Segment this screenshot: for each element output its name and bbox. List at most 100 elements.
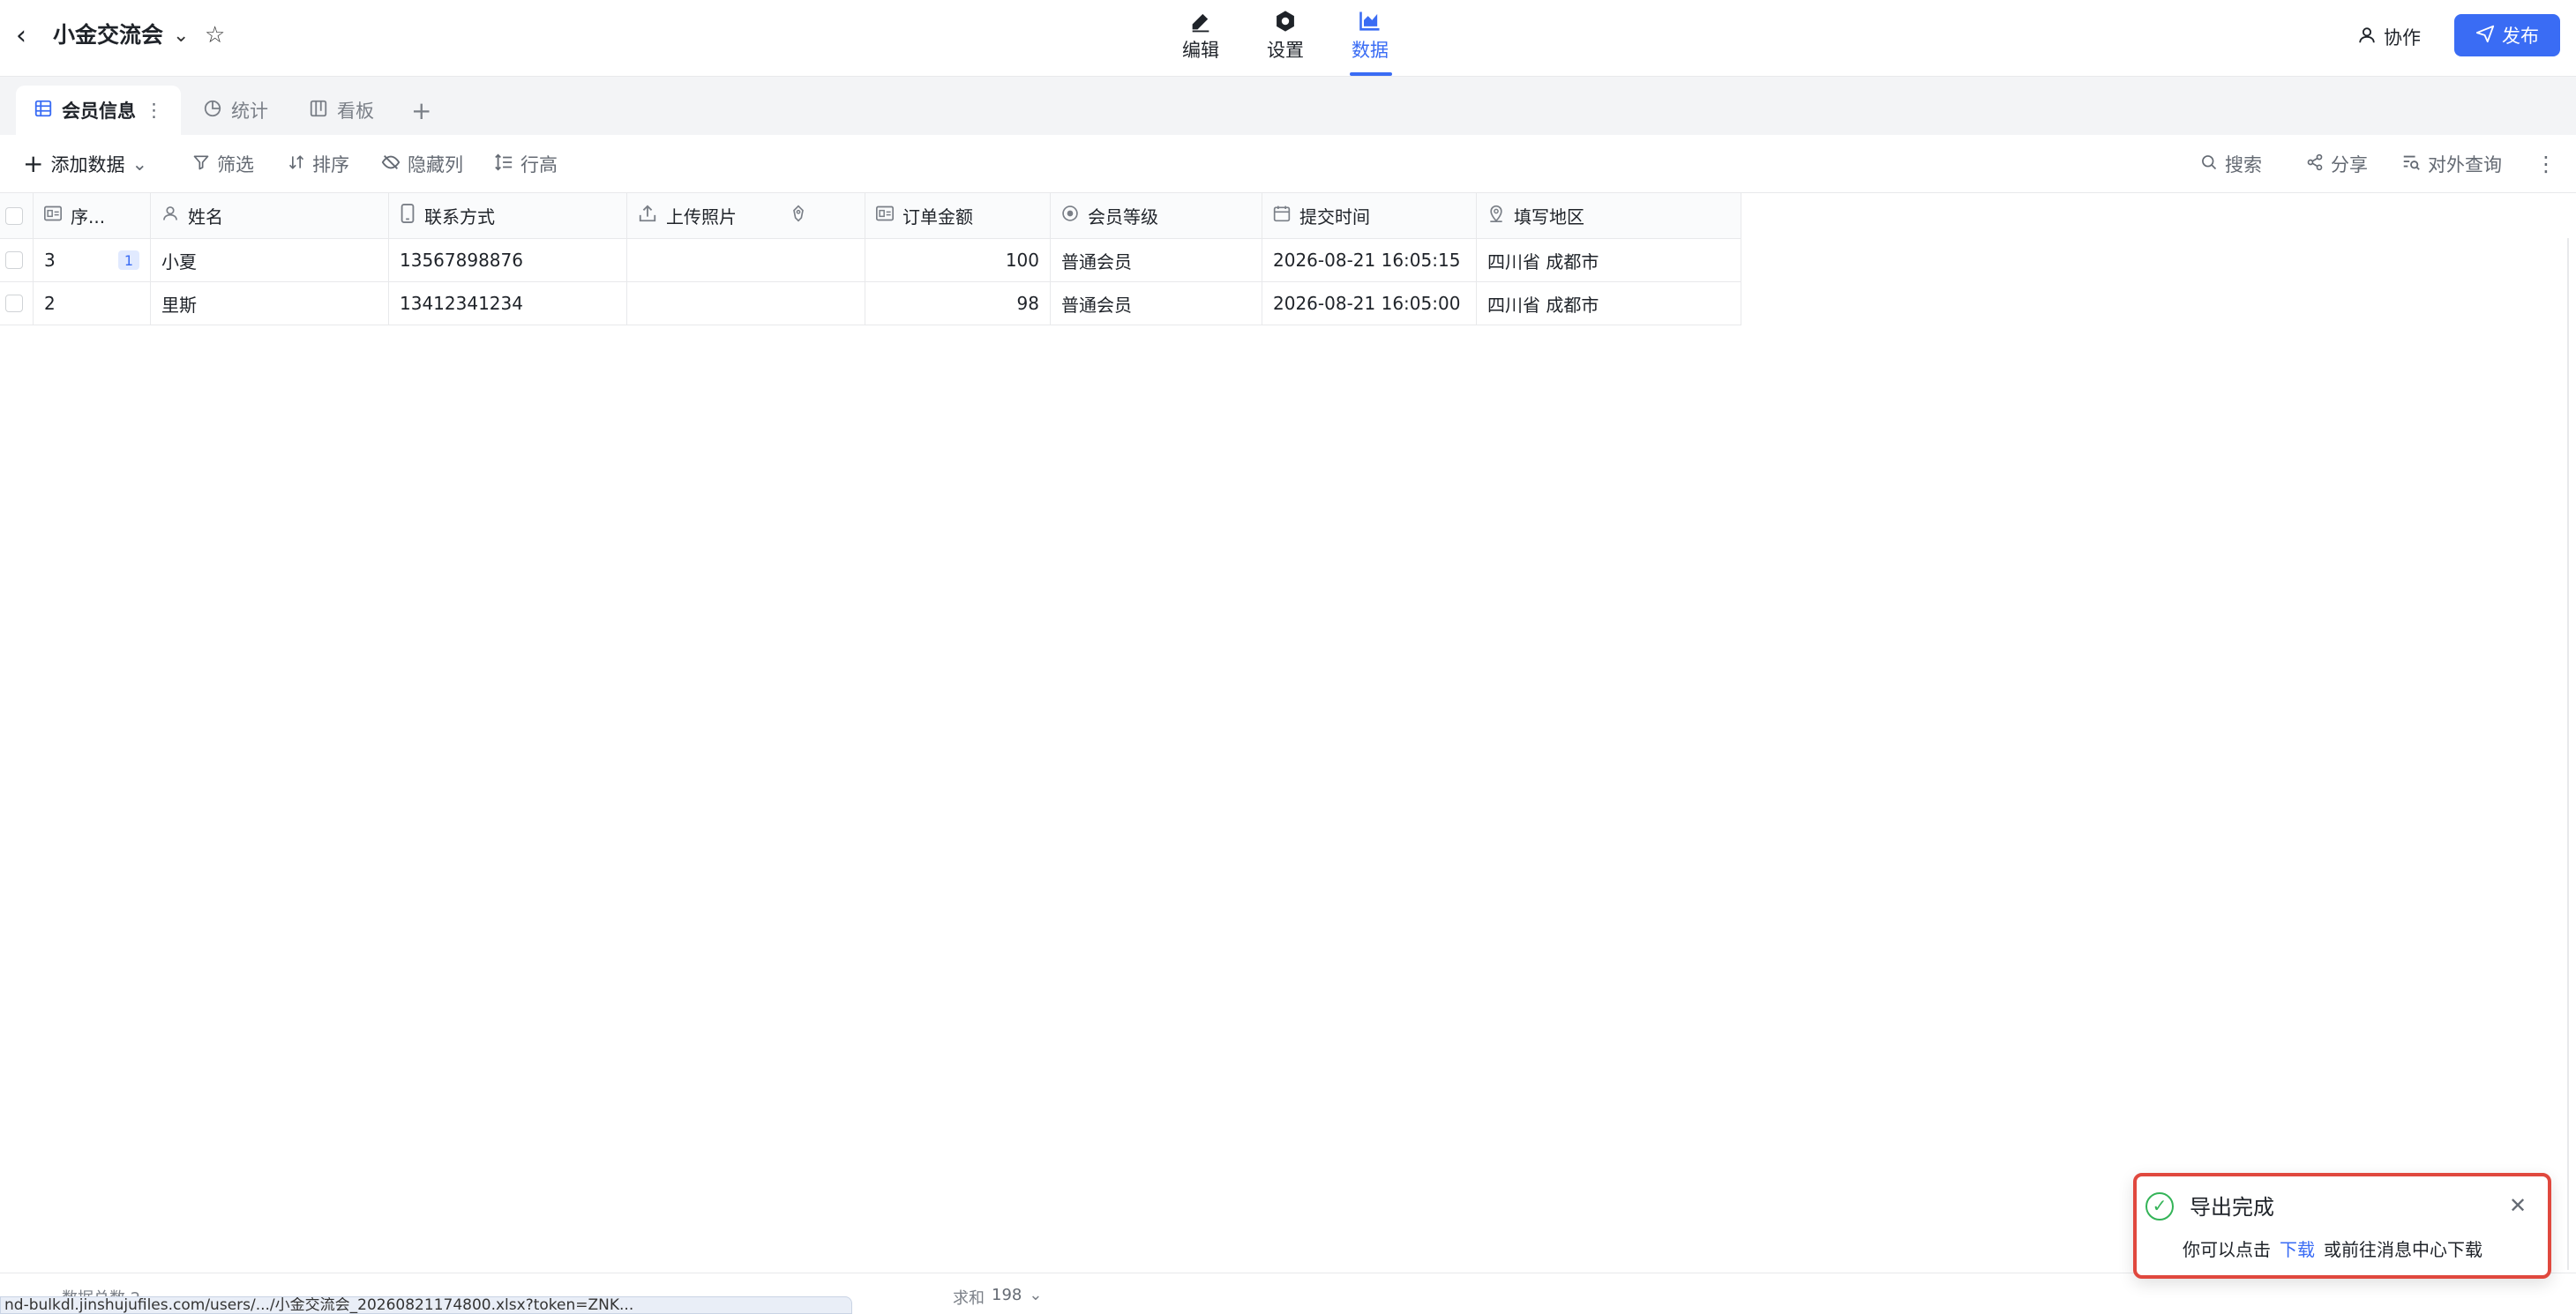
column-label: 联系方式	[424, 206, 495, 228]
sort-button[interactable]: 排序	[288, 151, 349, 177]
cell-seq[interactable]: 2	[34, 282, 151, 325]
cell-level[interactable]: 普通会员	[1051, 239, 1262, 281]
location-icon	[1487, 204, 1505, 228]
cell-name[interactable]: 里斯	[151, 282, 389, 325]
app-header: ‹ 小金交流会 ⌄ ☆ 编辑 设置 数据 协作 发布	[0, 0, 2576, 77]
sum-summary[interactable]: 求和 198 ⌄	[953, 1286, 1042, 1309]
column-header-seq[interactable]: 序...	[34, 193, 151, 238]
sum-value: 198	[992, 1286, 1022, 1304]
vertical-scrollbar[interactable]	[2567, 238, 2569, 1270]
row-checkbox[interactable]	[0, 239, 34, 281]
column-header-region[interactable]: 填写地区	[1477, 193, 1741, 238]
add-view-button[interactable]: +	[411, 86, 431, 135]
column-header-phone[interactable]: 联系方式	[389, 193, 627, 238]
id-card-icon	[876, 205, 894, 226]
back-icon[interactable]: ‹	[16, 21, 42, 51]
form-title[interactable]: 小金交流会	[53, 18, 163, 53]
more-vertical-icon[interactable]: ⋮	[145, 100, 163, 121]
data-table: 序... 姓名 联系方式 上传照片 订单金额 会员等级 提交时间 填写地区 3 …	[0, 193, 1741, 325]
pie-chart-icon	[203, 99, 222, 123]
publish-button[interactable]: 发布	[2454, 14, 2560, 56]
cell-amount[interactable]: 100	[865, 239, 1051, 281]
kanban-icon	[309, 99, 328, 123]
id-card-icon	[44, 205, 62, 226]
collaborate-button[interactable]: 协作	[2357, 21, 2421, 53]
radio-icon	[1061, 205, 1079, 227]
chevron-down-icon[interactable]: ⌄	[173, 21, 189, 51]
chevron-down-icon: ⌄	[131, 153, 148, 175]
cell-seq-value: 2	[44, 293, 56, 314]
add-data-label: 添加数据	[50, 154, 125, 175]
share-label: 分享	[2331, 154, 2368, 175]
row-height-button[interactable]: 行高	[494, 151, 558, 177]
view-tab-stats[interactable]: 统计	[203, 86, 268, 135]
column-label: 序...	[71, 206, 106, 228]
table-row[interactable]: 2 里斯 13412341234 98 普通会员 2026-08-21 16:0…	[0, 282, 1741, 325]
cell-region[interactable]: 四川省 成都市	[1477, 239, 1741, 281]
column-header-amount[interactable]: 订单金额	[865, 193, 1051, 238]
view-tab-members[interactable]: 会员信息 ⋮	[16, 86, 181, 135]
hide-columns-label: 隐藏列	[408, 154, 463, 175]
view-tabs-bar: 会员信息 ⋮ 统计 看板 +	[0, 77, 2576, 135]
cell-seq[interactable]: 3 1	[34, 239, 151, 281]
column-label: 提交时间	[1299, 206, 1370, 228]
toolbar: + 添加数据 ⌄ 筛选 排序 隐藏列 行高 搜索 分享 对外查询 ⋮	[0, 135, 2576, 193]
chart-icon	[1339, 9, 1401, 37]
row-checkbox[interactable]	[0, 282, 34, 325]
cell-time[interactable]: 2026-08-21 16:05:00	[1262, 282, 1477, 325]
column-label: 订单金额	[902, 206, 973, 228]
cell-level[interactable]: 普通会员	[1051, 282, 1262, 325]
cell-amount[interactable]: 98	[865, 282, 1051, 325]
table-row[interactable]: 3 1 小夏 13567898876 100 普通会员 2026-08-21 1…	[0, 239, 1741, 282]
person-icon	[2357, 26, 2377, 49]
share-icon	[2306, 153, 2324, 175]
search-icon	[2200, 153, 2218, 175]
add-data-button[interactable]: + 添加数据 ⌄	[23, 151, 147, 177]
column-header-photo[interactable]: 上传照片	[627, 193, 865, 238]
send-icon	[2475, 24, 2495, 48]
cell-phone[interactable]: 13567898876	[389, 239, 627, 281]
plus-icon: +	[411, 95, 432, 125]
cell-name[interactable]: 小夏	[151, 239, 389, 281]
plus-icon: +	[23, 149, 44, 178]
cell-region[interactable]: 四川省 成都市	[1477, 282, 1741, 325]
share-button[interactable]: 分享	[2306, 151, 2368, 177]
cell-photo[interactable]	[627, 282, 865, 325]
table-icon	[34, 99, 53, 123]
public-query-button[interactable]: 对外查询	[2401, 151, 2502, 177]
toast-msg-prefix: 你可以点击	[2183, 1239, 2271, 1260]
close-icon[interactable]: ✕	[2509, 1192, 2527, 1219]
tab-data-label: 数据	[1352, 40, 1389, 61]
select-all-checkbox[interactable]	[0, 193, 34, 238]
tag-icon[interactable]	[790, 205, 807, 227]
list-search-icon	[2401, 153, 2421, 176]
phone-icon	[400, 204, 416, 228]
hide-columns-button[interactable]: 隐藏列	[381, 151, 463, 177]
more-vertical-icon[interactable]: ⋮	[2535, 151, 2557, 177]
tab-settings[interactable]: 设置	[1254, 7, 1316, 71]
toast-message: 你可以点击 下载 或前往消息中心下载	[2183, 1236, 2482, 1263]
person-icon	[161, 205, 179, 227]
view-tab-label: 统计	[231, 101, 268, 122]
row-badge: 1	[118, 250, 139, 270]
cell-photo[interactable]	[627, 239, 865, 281]
collaborate-label: 协作	[2384, 27, 2421, 49]
tab-edit[interactable]: 编辑	[1170, 7, 1232, 71]
toast-msg-suffix: 或前往消息中心下载	[2324, 1239, 2482, 1260]
column-header-time[interactable]: 提交时间	[1262, 193, 1477, 238]
download-link[interactable]: 下载	[2280, 1236, 2315, 1263]
search-button[interactable]: 搜索	[2200, 151, 2262, 177]
tab-settings-label: 设置	[1267, 40, 1304, 61]
check-circle-icon: ✓	[2145, 1192, 2174, 1221]
column-header-level[interactable]: 会员等级	[1051, 193, 1262, 238]
sort-icon	[288, 153, 305, 175]
tab-data[interactable]: 数据	[1339, 7, 1401, 71]
column-header-name[interactable]: 姓名	[151, 193, 389, 238]
view-tab-kanban[interactable]: 看板	[309, 86, 374, 135]
cell-time[interactable]: 2026-08-21 16:05:15	[1262, 239, 1477, 281]
filter-button[interactable]: 筛选	[192, 151, 254, 177]
star-icon[interactable]: ☆	[205, 19, 225, 51]
toast-title: 导出完成	[2190, 1195, 2274, 1220]
cell-phone[interactable]: 13412341234	[389, 282, 627, 325]
sum-label: 求和	[953, 1289, 985, 1308]
